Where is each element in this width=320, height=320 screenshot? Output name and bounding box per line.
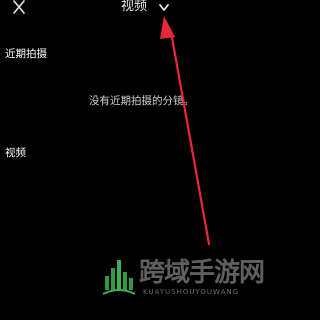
video-section-label: 视频 [5, 147, 26, 159]
page-title[interactable]: 视频 [121, 0, 147, 14]
watermark-title: 跨域手游网 [139, 258, 265, 288]
chevron-down-icon[interactable] [158, 3, 170, 12]
watermark: 跨域手游网 KUAYUSHOUYOUWANG [103, 244, 283, 304]
watermark-logo-icon [103, 260, 135, 295]
watermark-subtitle: KUAYUSHOUYOUWANG [143, 288, 240, 296]
recent-shots-label: 近期拍摄 [5, 48, 47, 60]
empty-state-message: 没有近期拍摄的分镜。 [89, 95, 194, 107]
close-icon[interactable] [10, 0, 28, 14]
top-bar: 视频 [0, 0, 295, 22]
